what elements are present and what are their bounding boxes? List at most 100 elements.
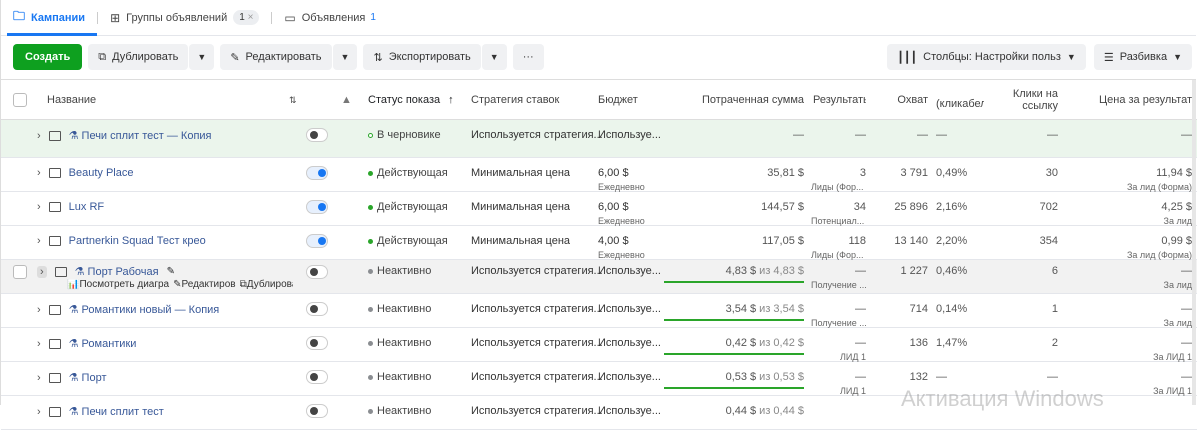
bid-strategy-value: Используется стратегия... xyxy=(471,129,603,141)
bid-strategy-value: Минимальная цена xyxy=(471,167,571,179)
breakdown-dropdown[interactable]: ☰ Разбивка ▼ xyxy=(1093,44,1192,70)
folder-icon xyxy=(48,372,61,383)
expand-chevron-icon[interactable]: › xyxy=(37,130,41,142)
row-checkbox[interactable] xyxy=(13,265,27,279)
campaign-toggle[interactable] xyxy=(306,166,328,180)
export-dropdown[interactable]: ▼ xyxy=(481,44,507,70)
table-row[interactable]: › ⚗ Романтики новый — Копия Неактивно Исполь… xyxy=(1,294,1197,328)
link-clicks-value: 2 xyxy=(1051,337,1058,349)
duplicate-button[interactable]: ⧉ Дублировать xyxy=(88,44,189,70)
create-button[interactable]: Создать xyxy=(13,44,83,70)
campaign-toggle[interactable] xyxy=(306,265,328,279)
reach-value: 714 xyxy=(909,303,928,315)
columns-icon: ┃┃┃ xyxy=(897,51,918,64)
edit-dropdown[interactable]: ▼ xyxy=(332,44,358,70)
bid-strategy: Используется стратегия... xyxy=(471,303,603,315)
column-reach[interactable]: Охват xyxy=(871,80,928,120)
folder-icon: 🗀 xyxy=(13,9,26,23)
pencil-icon[interactable]: ✎ xyxy=(167,266,175,277)
expand-chevron-icon[interactable]: › xyxy=(37,304,41,316)
campaign-toggle[interactable] xyxy=(306,200,328,214)
campaign-name-link[interactable]: Beauty Place xyxy=(69,167,134,179)
export-button[interactable]: ⇅ Экспортировать xyxy=(363,44,481,70)
delivery-status: В черновике xyxy=(368,129,441,141)
more-button[interactable]: ··· xyxy=(512,44,544,70)
table-row[interactable]: › Partnerkin Squad Тест крео Действующая Ми… xyxy=(1,226,1197,260)
column-status[interactable]: Статус показа ↑ xyxy=(368,80,454,120)
selection-badge[interactable]: 1 × xyxy=(233,10,260,25)
duplicate-link[interactable]: ⧉Дублирова xyxy=(240,279,293,290)
expand-chevron-icon[interactable]: › xyxy=(37,372,41,384)
campaign-toggle[interactable] xyxy=(306,336,328,350)
table-row[interactable]: › ⚗ Печи сплит тест — Копия В черновике Испо… xyxy=(1,120,1197,158)
column-name[interactable]: Название xyxy=(47,80,96,120)
campaign-toggle[interactable] xyxy=(306,370,328,384)
column-results[interactable]: Результать xyxy=(813,80,866,120)
expand-chevron-icon[interactable]: › xyxy=(37,235,41,247)
columns-dropdown[interactable]: ┃┃┃ Столбцы: Настройки польз ▼ xyxy=(887,44,1086,70)
ads-manager: 🗀 Кампании ⊞ Группы объявлений 1 × ▭ Объявле… xyxy=(0,0,1197,430)
tab-ad-sets[interactable]: ⊞ Группы объявлений 1 × xyxy=(98,0,271,36)
bid-strategy-value: Используется стратегия... xyxy=(471,265,603,277)
reach: 25 896 xyxy=(871,201,928,213)
folder-icon xyxy=(48,236,61,246)
folder-icon xyxy=(48,406,61,417)
status-dot-icon xyxy=(368,306,373,312)
cost-per-result: — За ЛИД 1 xyxy=(1066,337,1192,362)
campaign-name-link[interactable]: ⚗ Романтики xyxy=(69,337,137,350)
view-chart-link[interactable]: 📊Посмотреть диагра xyxy=(67,279,169,290)
amount-spent: 144,57 $ xyxy=(664,201,804,213)
results-sublabel: Получение ... xyxy=(811,280,867,290)
toggle-knob xyxy=(310,373,318,381)
campaign-name-cell: › ⚗ Порт xyxy=(37,371,107,385)
expand-chevron-icon[interactable]: › xyxy=(37,406,41,418)
windows-watermark: Активация Windows xyxy=(901,386,1104,411)
edit-button[interactable]: ✎ Редактировать xyxy=(220,44,332,70)
expand-chevron-icon[interactable]: › xyxy=(37,201,41,213)
budget-sublabel: Ежедневно xyxy=(598,182,645,192)
expand-chevron-icon[interactable]: › xyxy=(37,167,41,179)
column-strategy[interactable]: Стратегия ставок xyxy=(471,80,559,120)
tab-campaigns[interactable]: 🗀 Кампании xyxy=(1,0,98,36)
results-value: — xyxy=(855,265,866,277)
edit-link[interactable]: ✎Редактиров xyxy=(173,279,235,290)
campaign-toggle[interactable] xyxy=(306,234,328,248)
campaign-toggle[interactable] xyxy=(306,128,328,142)
table-row[interactable]: › Beauty Place Действующая Минимальная цена… xyxy=(1,158,1197,192)
column-cost-per-result[interactable]: Цена за результат xyxy=(1066,80,1192,120)
close-icon[interactable]: × xyxy=(248,12,254,23)
expand-chevron-icon[interactable]: › xyxy=(37,338,41,350)
campaign-name-link[interactable]: ⚗ Печи сплит тест — Копия xyxy=(69,129,212,142)
table-row[interactable]: › ⚗ Романтики Неактивно Используется стратег… xyxy=(1,328,1197,362)
status-dot-icon xyxy=(368,132,373,138)
vertical-scrollbar[interactable] xyxy=(1192,80,1196,405)
campaign-name-link[interactable]: ⚗ Порт Рабочая xyxy=(75,265,159,278)
campaign-name-link[interactable]: ⚗ Печи сплит тест xyxy=(69,405,164,418)
column-budget[interactable]: Бюджет xyxy=(598,80,638,120)
column-link-clicks[interactable]: Клики на ссылку xyxy=(1001,80,1058,120)
campaign-name-link[interactable]: Partnerkin Squad Тест крео xyxy=(69,235,206,247)
table-row[interactable]: › ⚗ Порт Рабочая ✎ 📊Посмотреть диагра ✎Редакт… xyxy=(1,260,1197,294)
table-row[interactable]: › Lux RF Действующая Минимальная цена 6,00 $… xyxy=(1,192,1197,226)
results-sublabel: Потенциал... xyxy=(811,216,865,226)
tab-ads[interactable]: ▭ Объявления 1 xyxy=(272,0,388,36)
column-spent[interactable]: Потраченная сумма xyxy=(664,80,804,120)
campaign-name: Partnerkin Squad Тест крео xyxy=(68,235,206,247)
bid-strategy-value: Минимальная цена xyxy=(471,201,571,213)
reach: 136 xyxy=(871,337,928,349)
duplicate-dropdown[interactable]: ▼ xyxy=(189,44,215,70)
expand-chevron-icon[interactable]: › xyxy=(37,265,47,278)
sort-icon[interactable]: ⇅ xyxy=(289,80,297,120)
campaign-toggle[interactable] xyxy=(306,302,328,316)
warning-icon[interactable]: ▲ xyxy=(341,80,352,120)
campaign-toggle[interactable] xyxy=(306,404,328,418)
select-all-checkbox[interactable] xyxy=(13,93,27,107)
campaign-name-link[interactable]: ⚗ Романтики новый — Копия xyxy=(69,303,220,316)
toolbar: Создать ⧉ Дублировать ▼ ✎ Редактировать ▼ ⇅ Э… xyxy=(13,44,1192,72)
campaign-name-link[interactable]: Lux RF xyxy=(69,201,104,213)
ab-test-icon: ⚗ xyxy=(74,266,85,278)
column-ctr[interactable]: (кликабел xyxy=(936,80,984,120)
toggle-knob xyxy=(310,339,318,347)
caret-down-icon: ▼ xyxy=(1066,52,1076,62)
campaign-name-link[interactable]: ⚗ Порт xyxy=(69,371,107,384)
